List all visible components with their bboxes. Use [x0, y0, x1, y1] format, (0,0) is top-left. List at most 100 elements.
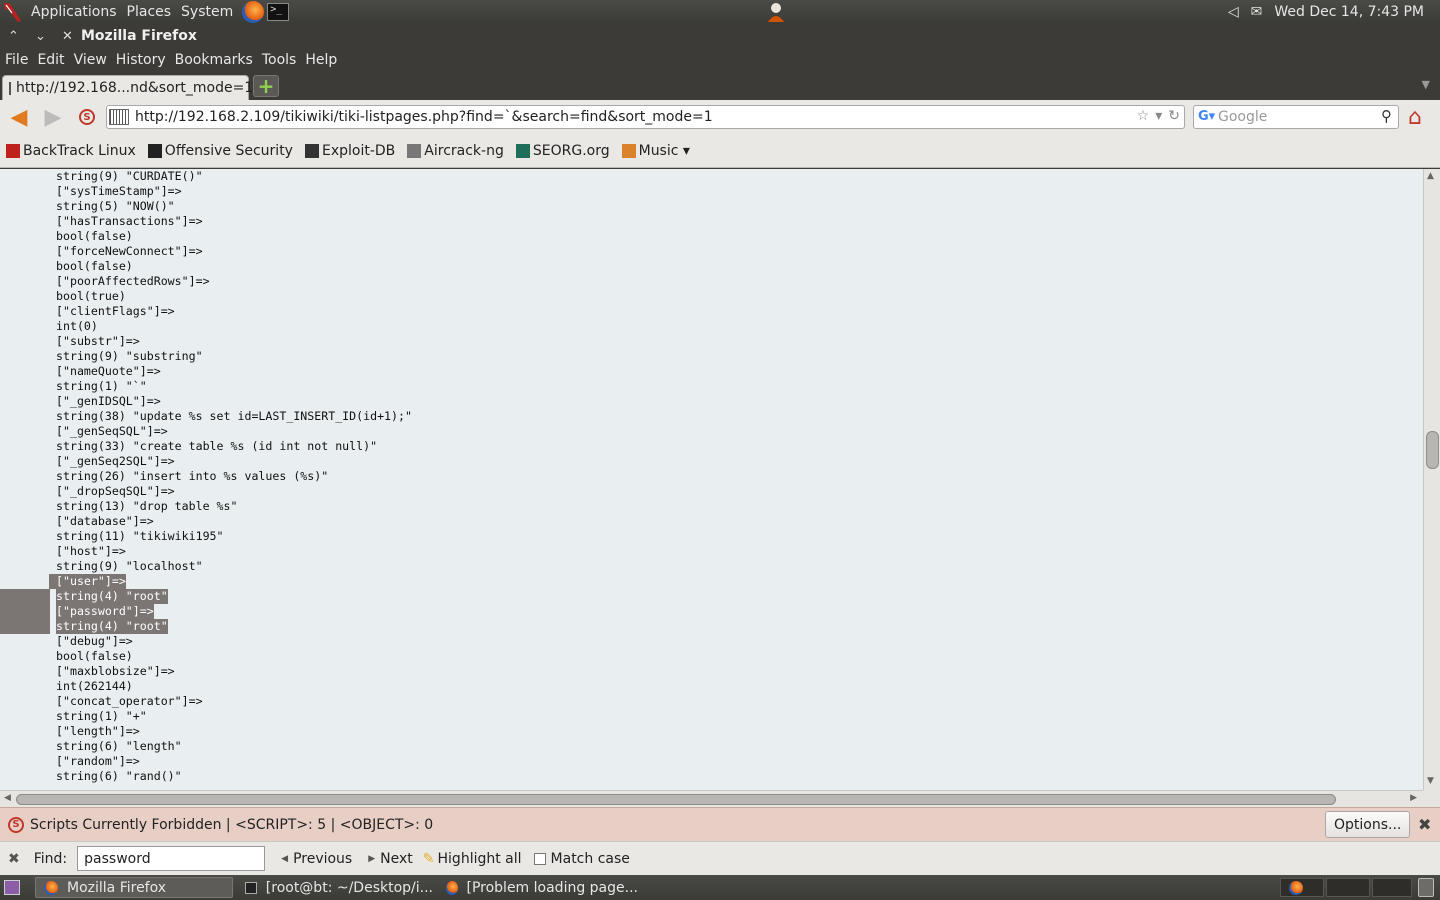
dump-line: ["password"]=>	[56, 604, 154, 619]
workspace-2[interactable]	[1326, 878, 1370, 897]
taskbar-item-firefox[interactable]: Mozilla Firefox	[35, 877, 233, 898]
dump-line: ["hasTransactions"]=>	[56, 214, 203, 228]
menu-tools[interactable]: Tools	[262, 52, 297, 68]
menu-history[interactable]: History	[116, 52, 166, 68]
site-identity-icon[interactable]	[109, 109, 129, 125]
bookmark-offensive-security[interactable]: Offensive Security	[147, 143, 293, 159]
taskbar-item-problem-page[interactable]: [Problem loading page...	[438, 877, 638, 898]
search-input[interactable]: G▾ Google ⚲	[1193, 105, 1399, 129]
find-label: Find:	[33, 850, 68, 867]
clock[interactable]: Wed Dec 14, 7:43 PM	[1274, 4, 1424, 20]
bookmark-label: BackTrack Linux	[23, 142, 136, 159]
dump-line: int(0)	[56, 319, 98, 333]
horizontal-scrollbar[interactable]: ◀ ▶	[0, 790, 1423, 807]
tab-strip: http://192.168...nd&sort_mode=1 + ▼	[0, 72, 1440, 100]
dump-line: string(26) "insert into %s values (%s)"	[56, 469, 329, 483]
url-bar[interactable]: http://192.168.2.109/tikiwiki/tiki-listp…	[106, 105, 1185, 129]
match-case-checkbox[interactable]: Match case	[533, 850, 630, 867]
places-menu[interactable]: Places	[122, 0, 177, 24]
dump-line: ["debug"]=>	[56, 634, 133, 648]
dump-line: string(1) "`"	[56, 379, 147, 393]
show-desktop-icon[interactable]	[4, 880, 20, 895]
menu-file[interactable]: File	[5, 52, 28, 68]
previous-arrow-icon: ◀	[281, 853, 289, 864]
minimize-icon[interactable]: ⌄	[27, 29, 54, 44]
noscript-icon: S	[8, 816, 24, 833]
noscript-options-button[interactable]: Options...	[1325, 811, 1411, 838]
back-icon[interactable]: ◀	[2, 102, 36, 132]
home-icon[interactable]: ⌂	[1408, 105, 1422, 130]
noscript-message: Scripts Currently Forbidden | <SCRIPT>: …	[30, 816, 434, 833]
offsec-favicon-icon	[147, 143, 162, 158]
find-input[interactable]: password	[77, 846, 266, 871]
dump-line: string(1) "+"	[56, 709, 147, 723]
firefox-launcher-icon[interactable]	[242, 1, 265, 23]
find-previous-button[interactable]: ◀ Previous	[281, 851, 352, 867]
scroll-up-icon[interactable]: ▲	[1427, 171, 1434, 181]
dump-line: bool(false)	[56, 649, 133, 663]
scroll-down-icon[interactable]: ▼	[1427, 776, 1434, 786]
reload-icon[interactable]: ↻	[1168, 108, 1180, 124]
dump-line: ["concat_operator"]=>	[56, 694, 203, 708]
top-panel: Applications Places System >_ ◁ ✉ Wed De…	[0, 0, 1440, 24]
trash-icon[interactable]	[1418, 878, 1434, 897]
vertical-scroll-thumb[interactable]	[1426, 431, 1439, 469]
dump-line: bool(true)	[56, 289, 126, 303]
system-menu[interactable]: System	[176, 0, 238, 24]
search-icon[interactable]: ⚲	[1381, 107, 1392, 125]
applications-menu[interactable]: Applications	[26, 0, 122, 24]
close-findbar-icon[interactable]: ✖	[8, 851, 20, 867]
bottom-panel: Mozilla Firefox [root@bt: ~/Desktop/i...…	[0, 875, 1440, 900]
dump-line: string(38) "update %s set id=LAST_INSERT…	[56, 409, 412, 423]
dump-line: ["sysTimeStamp"]=>	[56, 184, 182, 198]
menu-view[interactable]: View	[74, 52, 107, 68]
scroll-right-icon[interactable]: ▶	[1410, 793, 1417, 803]
bookmark-folder-music[interactable]: Music ▾	[621, 143, 690, 159]
new-tab-button[interactable]: +	[253, 74, 279, 98]
bookmark-label: SEORG.org	[532, 142, 610, 159]
match-case-label: Match case	[550, 850, 630, 867]
tab-current[interactable]: http://192.168...nd&sort_mode=1	[2, 75, 253, 100]
forward-icon[interactable]: ▶	[36, 102, 70, 132]
menu-bookmarks[interactable]: Bookmarks	[175, 52, 253, 68]
tab-list-icon[interactable]: ▼	[1422, 78, 1430, 91]
find-next-button[interactable]: ▶ Next	[368, 851, 413, 867]
maximize-icon[interactable]: ⌃	[0, 29, 27, 44]
vertical-scrollbar[interactable]: ▲ ▼	[1423, 169, 1440, 790]
google-engine-icon[interactable]: G▾	[1198, 109, 1215, 125]
taskbar-item-terminal[interactable]: [root@bt: ~/Desktop/i...	[237, 877, 433, 898]
dump-line: bool(false)	[56, 229, 133, 243]
bookmark-aircrack-ng[interactable]: Aircrack-ng	[407, 143, 504, 159]
mail-icon[interactable]: ✉	[1251, 4, 1263, 20]
workspace-3[interactable]	[1372, 878, 1412, 897]
backtrack-logo-icon[interactable]	[0, 0, 26, 24]
selection-highlight	[0, 589, 50, 604]
window-title: Mozilla Firefox	[81, 28, 197, 44]
close-notification-icon[interactable]: ✖	[1418, 815, 1431, 834]
close-window-icon[interactable]: ✕	[54, 29, 81, 44]
dump-line: string(9) "localhost"	[56, 559, 203, 573]
noscript-toolbar-icon[interactable]: S	[70, 102, 104, 132]
workspace-1[interactable]	[1280, 878, 1324, 897]
dump-line: string(13) "drop table %s"	[56, 499, 238, 513]
scroll-left-icon[interactable]: ◀	[4, 793, 11, 803]
bookmark-star-icon[interactable]: ☆	[1137, 108, 1150, 124]
highlight-all-button[interactable]: ✎ Highlight all	[423, 851, 522, 867]
page-content[interactable]: string(9) "CURDATE()" ["sysTimeStamp"]=> s…	[0, 169, 1423, 790]
user-icon[interactable]	[765, 1, 787, 23]
selection-highlight	[0, 604, 50, 619]
checkbox-icon[interactable]	[533, 852, 546, 865]
horizontal-scroll-thumb[interactable]	[16, 794, 1336, 805]
firefox-icon	[1289, 881, 1303, 895]
bookmark-backtrack-linux[interactable]: BackTrack Linux	[6, 143, 136, 159]
url-dropdown-icon[interactable]: ▾	[1155, 108, 1162, 124]
bookmark-seorg[interactable]: SEORG.org	[515, 142, 610, 159]
dump-line: ["database"]=>	[56, 514, 154, 528]
menu-edit[interactable]: Edit	[37, 52, 64, 68]
firefox-icon	[446, 880, 458, 895]
terminal-launcher-icon[interactable]: >_	[267, 3, 290, 21]
volume-icon[interactable]: ◁	[1228, 4, 1239, 20]
bookmark-exploit-db[interactable]: Exploit-DB	[304, 143, 395, 159]
menu-help[interactable]: Help	[305, 52, 337, 68]
taskbar-label: Mozilla Firefox	[67, 879, 167, 896]
